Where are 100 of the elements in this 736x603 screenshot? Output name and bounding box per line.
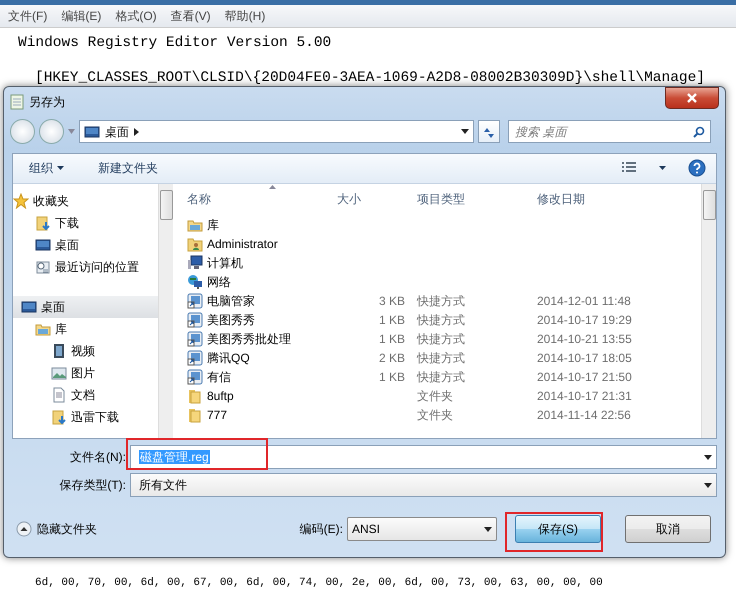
file-type: 快捷方式 [417, 351, 465, 366]
document-icon [51, 386, 67, 403]
caret-icon [57, 166, 64, 170]
file-date: 2014-11-14 22:56 [537, 408, 631, 422]
network-icon [187, 274, 203, 290]
desktop-icon [35, 236, 51, 253]
notepad-icon [10, 94, 24, 110]
file-name-value: 磁盘管理.reg [138, 449, 210, 466]
picture-icon [51, 364, 67, 381]
menu-item[interactable]: 文件(F) [8, 7, 48, 25]
file-type-dropdown[interactable]: 所有文件 [130, 473, 717, 498]
menu-item[interactable]: 查看(V) [170, 7, 211, 25]
search-icon [693, 126, 705, 138]
nav-tree-item[interactable]: 文档 [13, 384, 158, 406]
close-button[interactable] [665, 86, 719, 109]
column-header[interactable]: 项目类型 [417, 190, 537, 208]
file-size: 1 KB [378, 370, 405, 384]
toolbar-button[interactable]: 组织 [23, 159, 70, 178]
column-header[interactable]: 修改日期 [537, 190, 687, 208]
file-date: 2014-10-17 19:29 [537, 313, 632, 328]
download-folder-icon [35, 214, 51, 231]
file-name[interactable]: 美图秀秀 [207, 311, 255, 330]
field-label: 编码(E): [300, 521, 343, 538]
file-name[interactable]: Administrator [207, 235, 278, 254]
nav-tree-item[interactable]: 库 [13, 318, 158, 340]
field-label: 文件名(N): [69, 449, 127, 466]
editor-text-line: [HKEY_CLASSES_ROOT\CLSID\{20D04FE0-3AEA-1069-A2D8-08002B30309D}\shell\Manage] [35, 68, 706, 88]
search-field[interactable]: 搜索 桌面 [508, 120, 711, 144]
computer-icon [187, 255, 203, 272]
folder-icon [187, 407, 203, 424]
file-name[interactable]: 库 [207, 216, 219, 234]
file-name[interactable]: 网络 [207, 273, 231, 292]
nav-tree-item[interactable]: 视频 [13, 340, 158, 362]
file-name[interactable]: 电脑管家 [207, 292, 255, 310]
field-label: 保存类型(T): [58, 477, 127, 494]
window-title: 另存为 [29, 94, 65, 111]
caret-icon [484, 526, 492, 532]
caret-icon[interactable] [704, 454, 712, 460]
download-folder-icon [51, 408, 67, 425]
film-icon [51, 342, 67, 359]
toolbar-button[interactable]: 新建文件夹 [92, 159, 164, 178]
file-date: 2014-10-17 21:31 [537, 389, 632, 404]
hide-folders-toggle[interactable]: 隐藏文件夹 [16, 520, 97, 538]
file-size: 3 KB [378, 294, 405, 308]
nav-tree-item[interactable]: 迅雷下载 [13, 406, 158, 428]
nav-tree-item[interactable]: 桌面 [13, 234, 158, 256]
shortcut-icon [187, 312, 203, 328]
file-size: 1 KB [378, 332, 405, 346]
close-icon [687, 93, 697, 104]
shortcut-icon [187, 350, 203, 366]
column-header[interactable]: 名称 [187, 190, 337, 208]
file-type: 文件夹 [417, 389, 453, 404]
caret-icon[interactable] [659, 166, 666, 170]
star-icon [13, 192, 29, 209]
file-date: 2014-10-17 21:50 [537, 370, 632, 384]
file-name[interactable]: 美图秀秀批处理 [207, 330, 291, 348]
nav-tree-item[interactable]: 收藏夹 [13, 190, 158, 212]
nav-tree-item[interactable]: 最近访问的位置 [13, 256, 158, 278]
file-date: 2014-10-17 18:05 [537, 351, 632, 366]
desktop-icon [84, 124, 100, 140]
file-name[interactable]: 计算机 [207, 254, 243, 272]
file-type: 快捷方式 [417, 370, 465, 384]
caret-icon [704, 482, 712, 488]
sidebar-scrollbar[interactable] [158, 184, 173, 438]
file-size: 1 KB [378, 313, 405, 328]
file-type: 快捷方式 [417, 332, 465, 346]
nav-tree-item[interactable]: 桌面 [13, 296, 158, 318]
encoding-dropdown[interactable]: ANSI [347, 517, 497, 542]
help-icon[interactable] [688, 159, 706, 178]
file-date: 2014-12-01 11:48 [537, 294, 631, 308]
file-size: 2 KB [378, 351, 405, 366]
recent-places-icon [35, 258, 51, 275]
caret-icon[interactable] [461, 129, 469, 134]
refresh-button[interactable] [478, 120, 500, 144]
editor-text-line: 6d, 00, 70, 00, 6d, 00, 67, 00, 6d, 00, 74, 00, 2e, 00, 6d, 00, 73, 00, 63, 00, 00, 00 [35, 576, 603, 591]
address-path: 桌面 [105, 124, 129, 141]
menu-item[interactable]: 帮助(H) [224, 7, 266, 25]
file-name[interactable]: 腾讯QQ [207, 349, 250, 368]
nav-tree-item[interactable]: 下载 [13, 212, 158, 234]
menu-item[interactable]: 编辑(E) [61, 7, 102, 25]
desktop-icon [21, 298, 37, 315]
refresh-icon [482, 126, 496, 139]
column-header[interactable]: 大小 [337, 190, 417, 208]
save-button[interactable]: 保存(S) [515, 515, 601, 544]
chevron-up-icon [16, 521, 32, 538]
menu-item[interactable]: 格式(O) [115, 7, 157, 25]
chevron-icon[interactable] [134, 128, 139, 136]
address-bar[interactable]: 桌面 [79, 120, 474, 144]
file-name[interactable]: 8uftp [207, 387, 234, 406]
file-type: 文件夹 [417, 408, 453, 422]
file-type: 快捷方式 [417, 313, 465, 328]
cancel-button[interactable]: 取消 [625, 515, 711, 544]
file-name[interactable]: 777 [207, 406, 228, 424]
file-list-scrollbar[interactable] [701, 184, 716, 438]
nav-tree-item[interactable]: 图片 [13, 362, 158, 384]
file-name[interactable]: 有信 [207, 368, 231, 386]
editor-text-line: Windows Registry Editor Version 5.00 [18, 34, 332, 53]
shortcut-icon [187, 293, 203, 310]
sort-arrow-icon [269, 184, 276, 189]
shortcut-icon [187, 331, 203, 348]
